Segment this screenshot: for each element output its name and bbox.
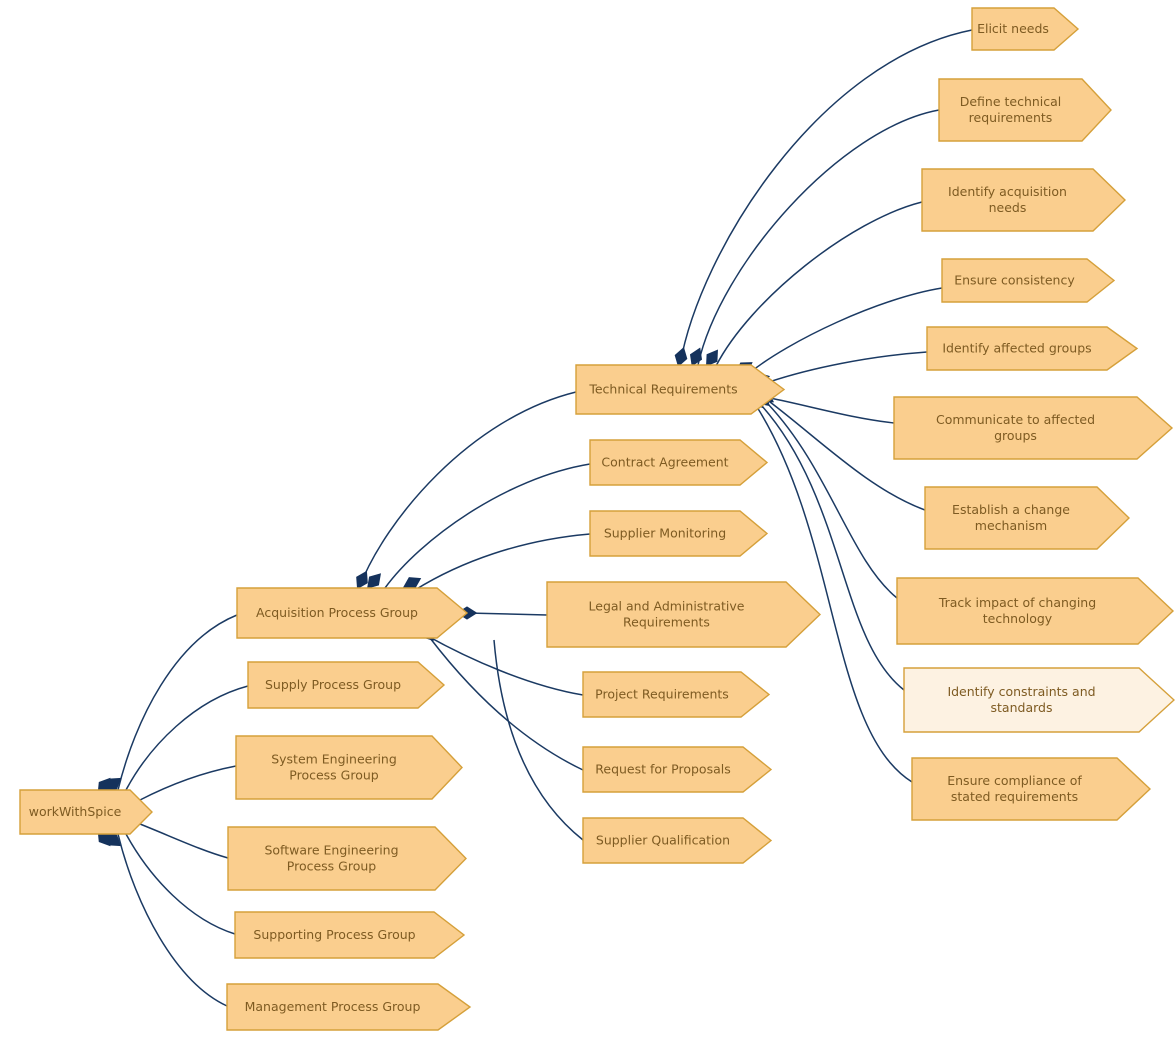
- composition-edge: [749, 351, 928, 386]
- composition-edge: [367, 463, 591, 589]
- edge-line: [139, 765, 237, 801]
- uml-composition-diagram: workWithSpice Acquisition Process Group Su…: [19, 7, 1175, 1031]
- node-sysenglabel[interactable]: System Engineering Process Group: [235, 735, 463, 800]
- composition-edge: [97, 829, 228, 1007]
- node-changemech[interactable]: Establish a change mechanism: [924, 486, 1131, 550]
- node-techreq[interactable]: Technical Requirements: [575, 364, 786, 415]
- composition-edge: [735, 287, 943, 375]
- edge-line: [715, 201, 923, 367]
- node-idacq[interactable]: Identify acquisition needs: [921, 168, 1127, 232]
- nodes-layer: workWithSpice Acquisition Process Group Su…: [19, 7, 1175, 1031]
- node-chevron-shape[interactable]: [582, 671, 771, 718]
- node-chevron-shape[interactable]: [938, 78, 1112, 142]
- diagram-canvas: workWithSpice Acquisition Process Group Su…: [0, 0, 1175, 1037]
- node-supportgrp[interactable]: Supporting Process Group: [234, 911, 466, 959]
- node-chevron-shape[interactable]: [546, 581, 822, 648]
- node-chevron-shape[interactable]: [226, 983, 472, 1031]
- node-chevron-shape[interactable]: [582, 746, 773, 793]
- node-supply[interactable]: Supply Process Group: [247, 661, 446, 709]
- composition-diamond-icon: [706, 349, 718, 367]
- node-chevron-shape[interactable]: [921, 168, 1127, 232]
- composition-edge: [706, 201, 923, 367]
- node-chevron-shape[interactable]: [924, 486, 1131, 550]
- edge-line: [697, 109, 940, 366]
- composition-edge: [456, 606, 548, 620]
- edge-line: [125, 833, 236, 935]
- node-suppqual[interactable]: Supplier Qualification: [582, 817, 773, 864]
- node-chevron-shape[interactable]: [893, 396, 1174, 460]
- composition-diamond-icon: [367, 573, 381, 589]
- node-constraints[interactable]: Identify constraints and standards: [903, 667, 1175, 733]
- edge-line: [384, 463, 591, 589]
- node-elicit[interactable]: Elicit needs: [971, 7, 1080, 51]
- node-chevron-shape[interactable]: [911, 757, 1152, 821]
- edge-line: [358, 391, 577, 589]
- node-rfp[interactable]: Request for Proposals: [582, 746, 773, 793]
- node-chevron-shape[interactable]: [582, 817, 773, 864]
- edge-line: [765, 351, 928, 384]
- edge-line: [466, 612, 548, 616]
- composition-diamond-icon: [689, 347, 703, 367]
- composition-edge: [104, 685, 249, 791]
- node-chevron-shape[interactable]: [236, 587, 469, 639]
- edge-line: [125, 685, 249, 791]
- node-chevron-shape[interactable]: [926, 326, 1139, 371]
- edge-line: [117, 833, 228, 1007]
- edge-line: [429, 637, 584, 771]
- node-chevron-shape[interactable]: [227, 826, 467, 891]
- composition-diamond-icon: [356, 570, 368, 590]
- edge-line: [767, 403, 898, 599]
- node-commaff[interactable]: Communicate to affected groups: [893, 396, 1174, 460]
- node-projreq[interactable]: Project Requirements: [582, 671, 771, 718]
- node-chevron-shape[interactable]: [575, 364, 786, 415]
- node-chevron-shape[interactable]: [971, 7, 1080, 51]
- node-trackimp[interactable]: Track impact of changing technology: [896, 577, 1175, 645]
- node-mgmtgrp[interactable]: Management Process Group: [226, 983, 472, 1031]
- node-chevron-shape[interactable]: [234, 911, 466, 959]
- edge-line: [747, 287, 943, 375]
- node-deftech[interactable]: Define technical requirements: [938, 78, 1112, 142]
- node-root[interactable]: workWithSpice: [19, 789, 153, 835]
- node-chevron-shape[interactable]: [941, 258, 1116, 303]
- node-chevron-shape[interactable]: [247, 661, 446, 709]
- node-legal[interactable]: Legal and Administrative Requirements: [546, 581, 822, 648]
- node-contract[interactable]: Contract Agreement: [589, 439, 769, 486]
- node-swengrp[interactable]: Software Engineering Process Group: [227, 826, 467, 891]
- node-chevron-shape[interactable]: [589, 510, 769, 557]
- composition-edge: [356, 391, 577, 590]
- composition-edge: [104, 833, 236, 935]
- node-suppmon[interactable]: Supplier Monitoring: [589, 510, 769, 557]
- composition-edge: [97, 614, 238, 795]
- edge-line: [139, 823, 229, 859]
- composition-diamond-icon: [674, 346, 688, 368]
- node-chevron-shape[interactable]: [589, 439, 769, 486]
- edge-line: [493, 639, 584, 841]
- node-consist[interactable]: Ensure consistency: [941, 258, 1116, 303]
- node-chevron-shape[interactable]: [19, 789, 153, 835]
- node-chevron-shape[interactable]: [235, 735, 463, 800]
- node-chevron-shape[interactable]: [896, 577, 1175, 645]
- edge-line: [769, 397, 895, 424]
- node-acq[interactable]: Acquisition Process Group: [236, 587, 469, 639]
- node-idaff[interactable]: Identify affected groups: [926, 326, 1139, 371]
- composition-diamond-icon: [402, 577, 422, 589]
- edge-line: [117, 614, 238, 791]
- node-compliance[interactable]: Ensure compliance of stated requirements: [911, 757, 1152, 821]
- node-chevron-shape[interactable]: [903, 667, 1175, 733]
